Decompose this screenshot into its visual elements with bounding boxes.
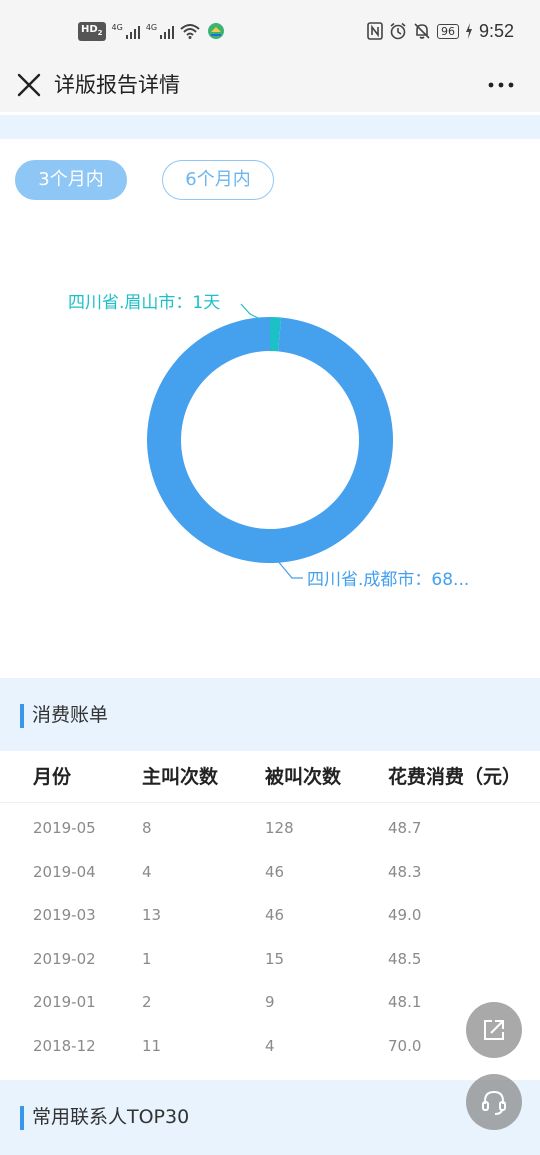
status-left: HD2 4G 4G (78, 20, 226, 42)
cell-outgoing: 8 (142, 819, 152, 837)
battery-indicator: 96 (436, 23, 459, 39)
app-notification-icon (208, 23, 225, 39)
top-divider-strip (0, 115, 540, 139)
section-accent-bar (20, 704, 24, 728)
headset-icon (482, 1090, 506, 1115)
cell-incoming: 15 (265, 949, 285, 968)
cell-outgoing: 2 (142, 993, 152, 1011)
cell-cost: 48.3 (388, 862, 422, 881)
cell-outgoing: 13 (142, 906, 162, 924)
label-leader-line-chengdu (276, 559, 303, 579)
cell-outgoing: 1 (142, 949, 152, 968)
table-body: 2019-05 8 128 48.7 2019-04 4 46 48.3 201… (0, 803, 540, 1067)
hd-badge: HD2 (78, 21, 106, 41)
status-right: 96 9:52 (367, 20, 514, 42)
signal-icon-2: 4G (146, 23, 175, 39)
cell-month: 2019-03 (33, 906, 96, 924)
column-header-cost: 花费消费（元） (388, 766, 522, 788)
bill-section-title: 消费账单 (32, 704, 109, 726)
table-row: 2019-04 4 46 48.3 (0, 850, 540, 894)
cell-outgoing: 4 (142, 862, 152, 881)
contacts-section-header: 常用联系人TOP30 (0, 1080, 540, 1155)
page-title: 详版报告详情 (54, 73, 180, 97)
cell-month: 2019-05 (33, 819, 96, 837)
chart-label-chengdu: 四川省.成都市：68... (307, 570, 469, 590)
status-time: 9:52 (478, 20, 514, 41)
nfc-icon (367, 22, 383, 40)
status-bar: HD2 4G 4G 96 9:52 (0, 0, 540, 60)
cell-cost: 48.1 (388, 993, 422, 1011)
table-row: 2019-03 13 46 49.0 (0, 893, 540, 937)
tab-3-months[interactable]: 3个月内 (15, 160, 127, 200)
customer-service-button[interactable] (466, 1074, 522, 1130)
cell-cost: 48.5 (388, 949, 422, 968)
bill-table: 月份 主叫次数 被叫次数 花费消费（元） 2019-05 8 128 48.7 … (0, 752, 540, 1067)
column-header-outgoing: 主叫次数 (142, 766, 219, 788)
donut-slice-chengdu[interactable] (147, 317, 394, 563)
table-row: 2019-02 1 15 48.5 (0, 937, 540, 981)
table-row: 2019-05 8 128 48.7 (0, 806, 540, 850)
cell-month: 2018-12 (33, 1036, 96, 1055)
cell-month: 2019-04 (33, 862, 96, 881)
more-menu-icon[interactable] (486, 70, 516, 100)
mute-bell-icon (414, 23, 430, 39)
cell-incoming: 4 (265, 1036, 275, 1055)
cell-incoming: 128 (265, 819, 294, 837)
cell-cost: 48.7 (388, 819, 422, 837)
table-row: 2018-12 11 4 70.0 (0, 1024, 540, 1068)
cell-month: 2019-01 (33, 993, 96, 1011)
chart-label-meishan: 四川省.眉山市：1天 (68, 293, 220, 313)
cell-month: 2019-02 (33, 949, 96, 968)
wifi-icon (180, 24, 200, 39)
tab-6-months[interactable]: 6个月内 (162, 160, 274, 200)
table-row: 2019-01 2 9 48.1 (0, 980, 540, 1024)
cell-incoming: 46 (265, 906, 285, 924)
region-donut-chart: 四川省.眉山市：1天 四川省.成都市：68... (68, 293, 469, 590)
column-header-incoming: 被叫次数 (265, 766, 342, 788)
alarm-icon (390, 22, 406, 40)
bill-section-header: 消费账单 (0, 678, 540, 751)
share-button[interactable] (466, 1002, 522, 1058)
share-icon (484, 1020, 504, 1040)
cell-cost: 49.0 (388, 906, 422, 924)
table-header-row: 月份 主叫次数 被叫次数 花费消费（元） (0, 752, 540, 803)
contacts-section-title: 常用联系人TOP30 (32, 1106, 190, 1128)
close-icon[interactable] (14, 70, 44, 100)
section-accent-bar (20, 1106, 24, 1130)
column-header-month: 月份 (33, 766, 72, 788)
cell-incoming: 9 (265, 993, 275, 1011)
cell-cost: 70.0 (388, 1036, 422, 1055)
signal-icon: 4G (112, 23, 140, 39)
charging-icon (465, 23, 472, 39)
nav-bar: 详版报告详情 (0, 60, 540, 112)
cell-outgoing: 11 (142, 1036, 162, 1055)
cell-incoming: 46 (265, 862, 285, 881)
